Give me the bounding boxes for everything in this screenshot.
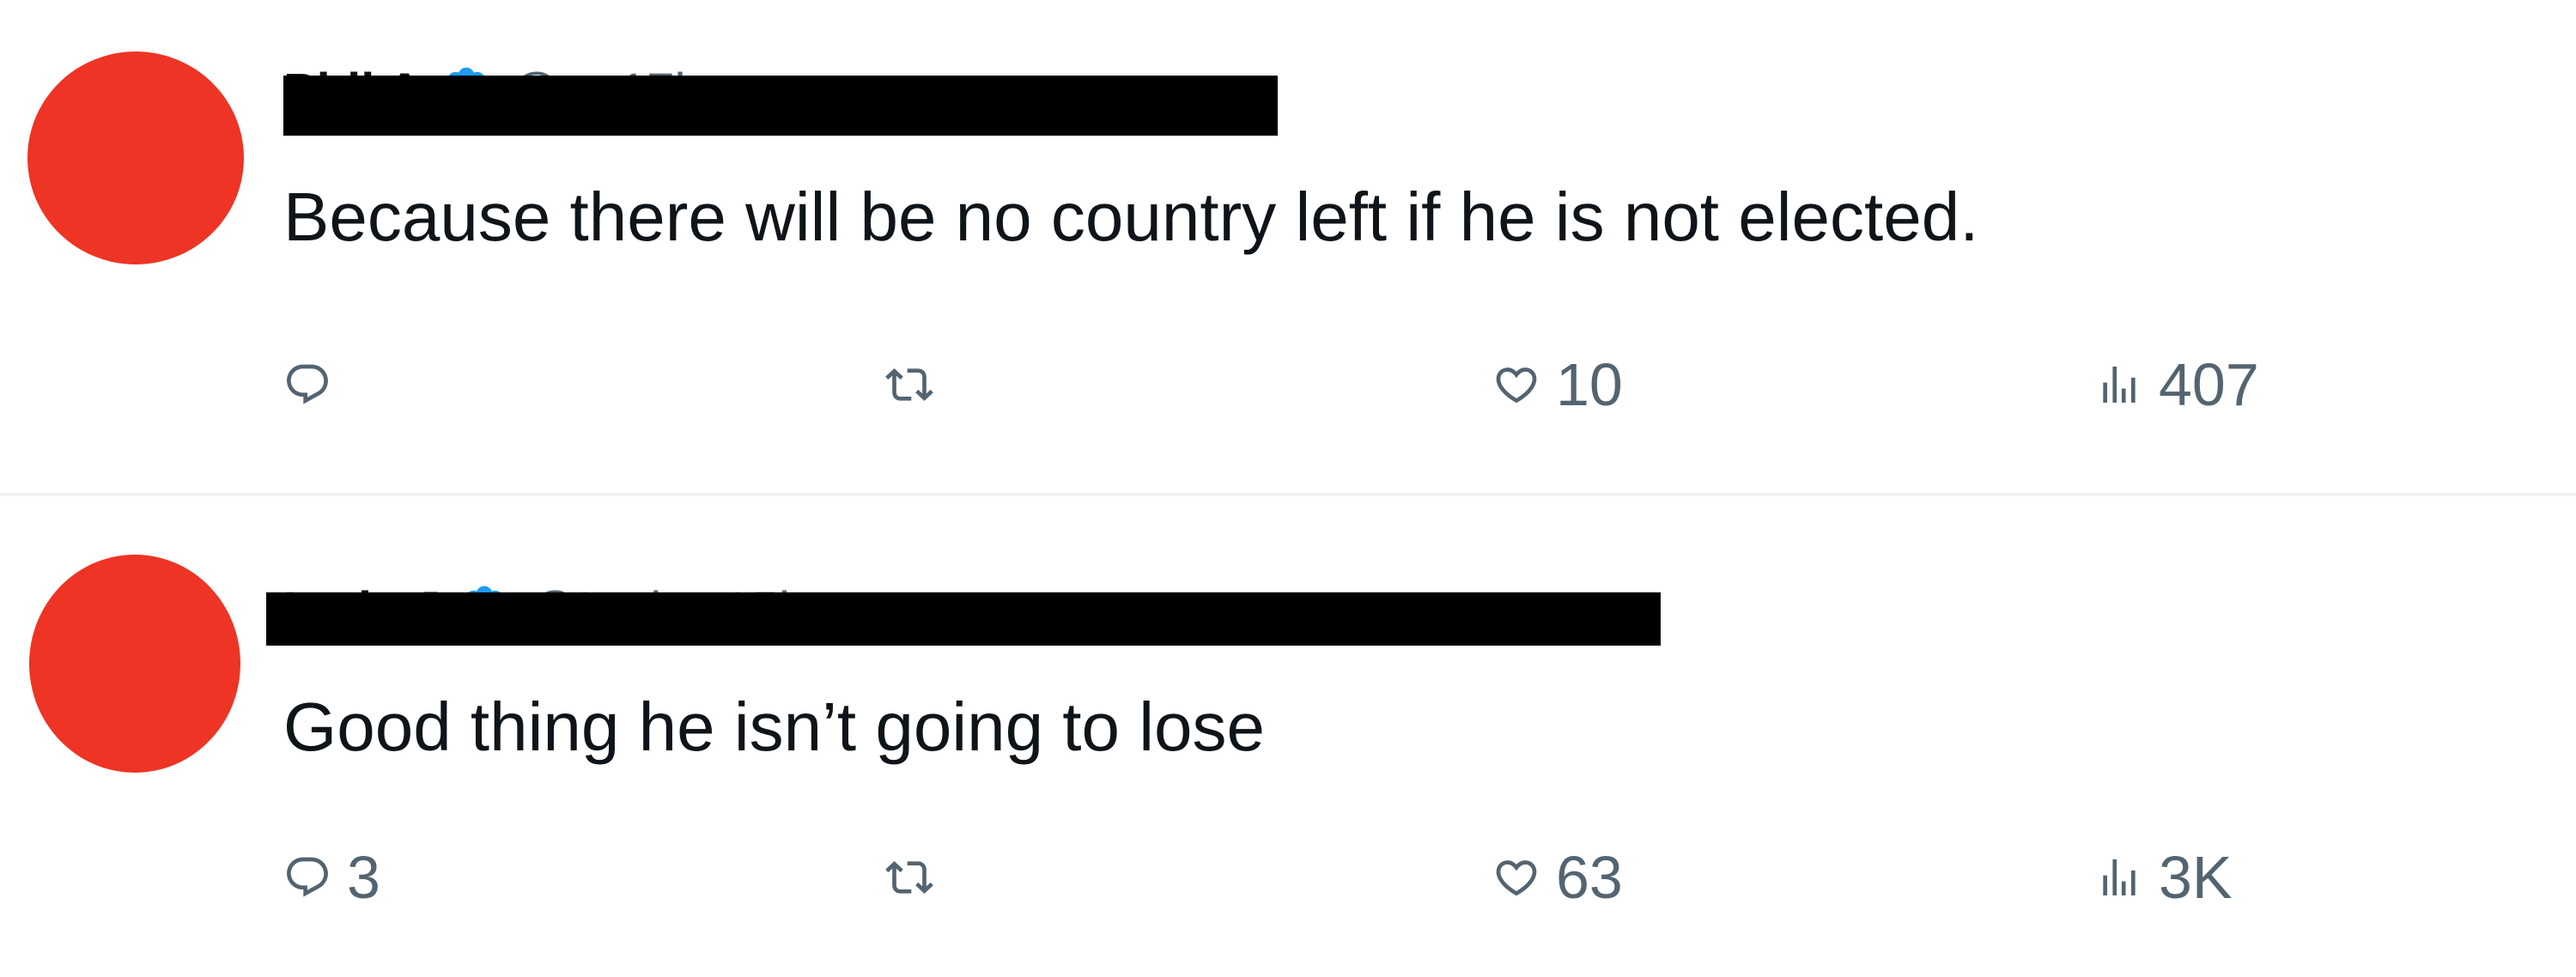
avatar[interactable] [29, 555, 240, 773]
tweet-text: Good thing he isn’t going to lose [283, 689, 1266, 765]
heart-icon [1496, 860, 1537, 896]
speech-bubble-icon [287, 857, 328, 897]
like-count: 63 [1556, 844, 1623, 911]
like-button[interactable]: 63 [1492, 834, 1623, 920]
tweet-text: Because there will be no country left if… [283, 179, 1979, 255]
views-button[interactable]: 407 [2095, 342, 2259, 428]
bar-chart-icon [2103, 367, 2136, 403]
view-count: 3K [2159, 844, 2233, 911]
speech-bubble-icon [287, 364, 328, 404]
redaction-bar [283, 76, 1278, 136]
retweet-arrows-icon [885, 861, 933, 894]
heart-icon [1496, 367, 1537, 404]
tweet[interactable]: Phil A @p_ 17h Because there will be no … [0, 0, 2576, 496]
retweet-button[interactable] [883, 342, 951, 428]
like-count: 10 [1556, 351, 1623, 418]
reply-button[interactable] [283, 342, 347, 428]
retweet-arrows-icon [885, 368, 933, 401]
tweet-actions: 10 407 [0, 342, 2576, 428]
tweet[interactable]: Lady J @LadyP 15h Good thing he isn’t go… [0, 496, 2576, 977]
bar-chart-icon [2103, 859, 2136, 895]
tweet-actions: 3 63 3K [0, 834, 2576, 920]
redaction-bar [266, 592, 1661, 646]
views-button[interactable]: 3K [2095, 834, 2233, 920]
view-count: 407 [2159, 351, 2259, 418]
avatar[interactable] [27, 52, 244, 264]
like-button[interactable]: 10 [1492, 342, 1623, 428]
reply-count: 3 [347, 844, 380, 911]
reply-button[interactable]: 3 [283, 834, 380, 920]
retweet-button[interactable] [883, 834, 951, 920]
